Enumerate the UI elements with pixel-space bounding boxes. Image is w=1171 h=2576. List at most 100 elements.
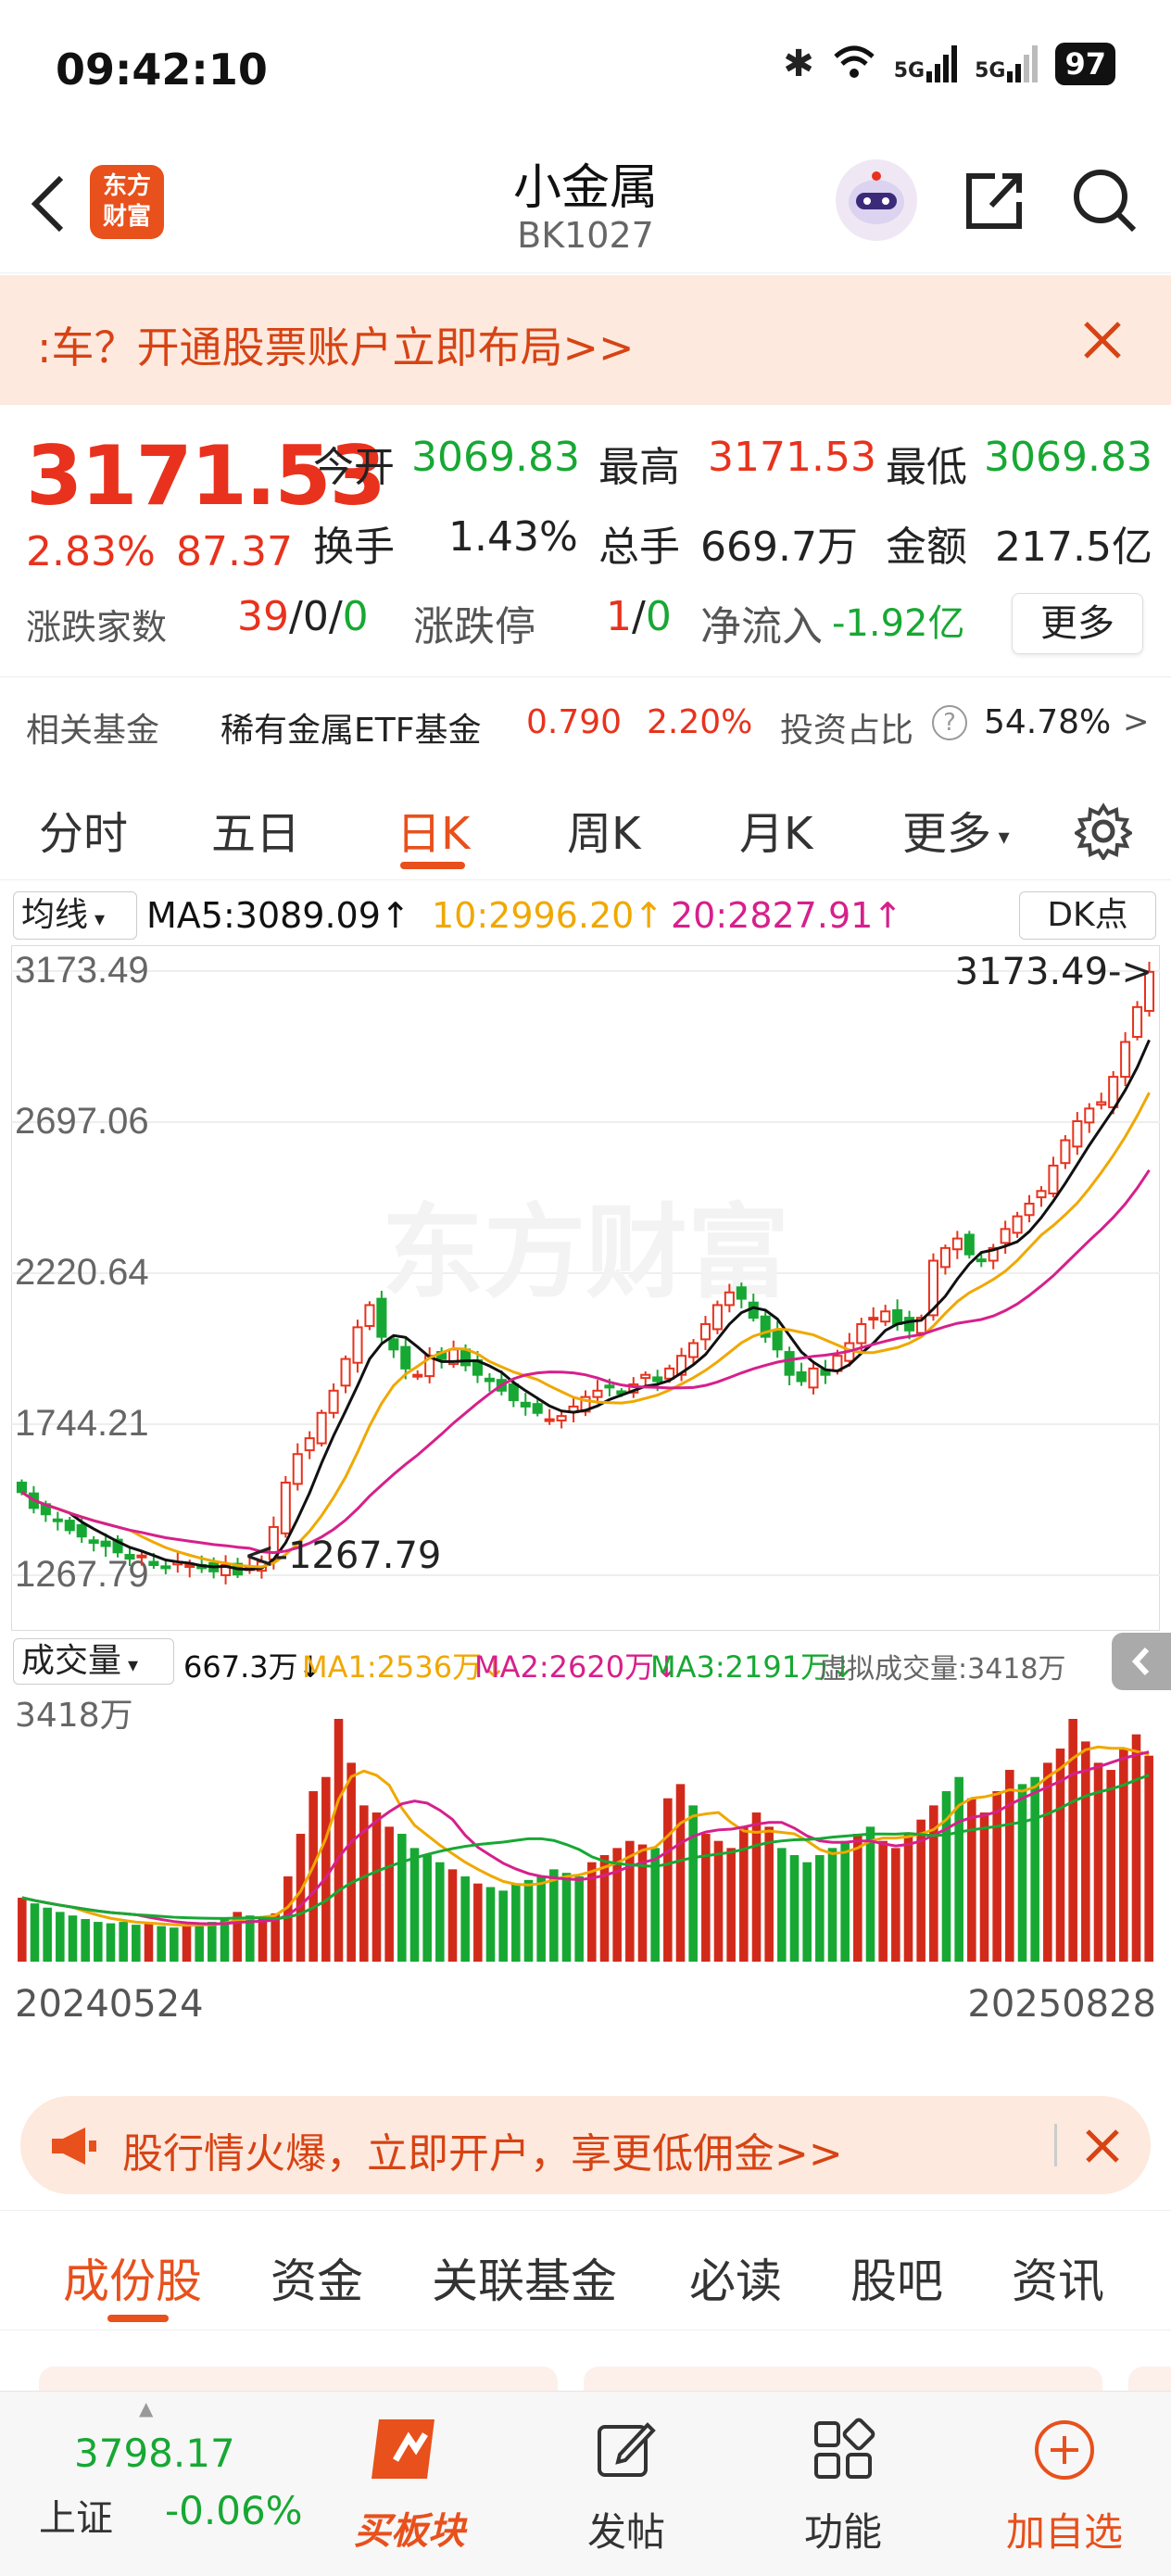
more-button[interactable]: 更多: [1012, 593, 1143, 654]
volume-bar: [308, 1791, 318, 1962]
virtual-volume: 虚拟成交量:3418万: [819, 1653, 1066, 1686]
volume-bar: [473, 1883, 483, 1962]
updown-counts: 39/0/0: [237, 593, 369, 640]
tab-constituents[interactable]: 成份股: [63, 2244, 202, 2311]
candle-body: [124, 1554, 135, 1560]
volume-bar: [840, 1840, 850, 1962]
volume-selector[interactable]: 成交量 ▾: [13, 1638, 174, 1685]
promo-banner-text[interactable]: :车？开通股票账户立即布局>>: [37, 314, 635, 375]
low-value: 3069.83: [984, 434, 1152, 481]
volume-bar: [599, 1855, 610, 1962]
volume-bar: [675, 1784, 686, 1962]
candle-body: [868, 1317, 879, 1321]
volume-bar: [18, 1898, 27, 1962]
volume-bar: [511, 1883, 521, 1962]
candle-body: [1012, 1215, 1023, 1234]
volume-bar: [536, 1876, 546, 1962]
tab-more[interactable]: 更多 ▾: [902, 797, 1010, 862]
tab-monthly-k[interactable]: 月K: [739, 797, 812, 862]
candle-body: [784, 1351, 795, 1376]
candle-body: [592, 1389, 603, 1398]
candle-body: [1120, 1041, 1131, 1079]
apps-icon: [814, 2418, 875, 2479]
banner-close-button[interactable]: [1075, 2118, 1130, 2174]
volume-bar: [751, 1812, 762, 1962]
open-account-text[interactable]: 股行情火爆，立即开户，享更低佣金>>: [122, 2120, 843, 2179]
volume-bar: [713, 1840, 724, 1962]
promo-close-button[interactable]: [1075, 312, 1130, 368]
volume-bar: [157, 1926, 166, 1962]
tab-related-funds[interactable]: 关联基金: [432, 2244, 617, 2311]
volume-bar: [447, 1869, 458, 1962]
ma10-value: 10:2996.20↑: [432, 895, 664, 936]
index-name[interactable]: 上证: [39, 2488, 113, 2542]
tab-funds[interactable]: 资金: [271, 2244, 363, 2311]
plus-circle-icon: [1035, 2420, 1094, 2480]
ma-legend-row: 均线 ▾ MA5:3089.09↑ 10:2996.20↑ 20:2827.91…: [0, 886, 1171, 941]
candle-body: [1096, 1101, 1107, 1106]
tab-daily-k[interactable]: 日K: [397, 797, 470, 862]
open-account-banner[interactable]: 股行情火爆，立即开户，享更低佣金>>: [20, 2096, 1151, 2194]
candle-body: [184, 1563, 195, 1569]
volume-bar: [688, 1805, 698, 1962]
candle-body: [412, 1373, 423, 1378]
search-button[interactable]: [1067, 163, 1141, 237]
volume-bar: [574, 1876, 584, 1962]
function-button[interactable]: 功能: [778, 2406, 908, 2564]
volume-bar: [56, 1912, 65, 1962]
tab-news[interactable]: 资讯: [1012, 2244, 1104, 2311]
promo-banner[interactable]: :车？开通股票账户立即布局>>: [0, 275, 1171, 405]
add-watchlist-button[interactable]: 加自选: [995, 2406, 1134, 2564]
ai-assistant-button[interactable]: [836, 159, 917, 241]
candle-body: [892, 1308, 903, 1325]
candle-body: [652, 1376, 663, 1383]
fund-name[interactable]: 稀有金属ETF基金: [220, 703, 481, 751]
settings-button[interactable]: [1073, 802, 1134, 864]
related-fund-row[interactable]: 相关基金 稀有金属ETF基金 0.790 2.20% 投资占比 ? 54.78%…: [0, 676, 1171, 769]
tab-forum[interactable]: 股吧: [850, 2244, 943, 2311]
help-icon[interactable]: ?: [932, 705, 967, 740]
buy-sector-button[interactable]: 买板块: [345, 2406, 474, 2564]
volume-bar: [68, 1915, 78, 1962]
tab-must-read[interactable]: 必读: [689, 2244, 782, 2311]
fund-pct: 2.20%: [647, 703, 753, 741]
dk-point-button[interactable]: DK点: [1019, 891, 1156, 940]
volume-bar: [1030, 1776, 1039, 1962]
collapse-panel-button[interactable]: [1112, 1633, 1171, 1690]
candle-body: [808, 1367, 819, 1389]
volume-bar: [94, 1922, 103, 1962]
share-button[interactable]: [958, 163, 1032, 237]
volume-bar: [1144, 1755, 1153, 1962]
tab-weekly-k[interactable]: 周K: [567, 797, 640, 862]
candle-body: [76, 1523, 87, 1538]
tab-five-day[interactable]: 五日: [211, 797, 300, 862]
volume-bar: [195, 1923, 204, 1962]
volume-plot[interactable]: 3418万: [11, 1691, 1160, 1962]
post-button[interactable]: 发帖: [561, 2406, 691, 2564]
tab-intraday[interactable]: 分时: [39, 797, 128, 862]
index-pct[interactable]: -0.06%: [165, 2488, 303, 2533]
volume-bar: [334, 1719, 344, 1962]
ma-selector[interactable]: 均线 ▾: [13, 891, 137, 940]
volume-bar: [182, 1925, 192, 1962]
post-label: 发帖: [586, 2509, 665, 2555]
index-value[interactable]: 3798.17: [74, 2431, 235, 2476]
date-end: 20250828: [967, 1983, 1156, 2026]
volume-bar: [81, 1919, 90, 1962]
limit-counts: 1/0: [606, 593, 672, 640]
amount-label: 金额: [886, 524, 967, 571]
high-value: 3171.53: [708, 434, 876, 481]
kline-plot[interactable]: 3173.49 2697.06 2220.64 1744.21 1267.79 东方财富 3…: [10, 944, 1161, 1632]
candle-body: [460, 1348, 472, 1367]
volume-bar: [1017, 1784, 1027, 1962]
volume-bar: [30, 1903, 40, 1962]
chevron-left-icon: [1131, 1647, 1150, 1676]
volume-bar: [208, 1922, 217, 1962]
candle-body: [856, 1322, 867, 1345]
volume-max-label: 3418万: [15, 1697, 133, 1735]
volume-bar: [561, 1873, 572, 1962]
candle-body: [1048, 1164, 1059, 1195]
volume-bar: [878, 1840, 888, 1962]
y-tick-label: 1744.21: [15, 1403, 149, 1444]
volume-bar: [789, 1855, 800, 1962]
